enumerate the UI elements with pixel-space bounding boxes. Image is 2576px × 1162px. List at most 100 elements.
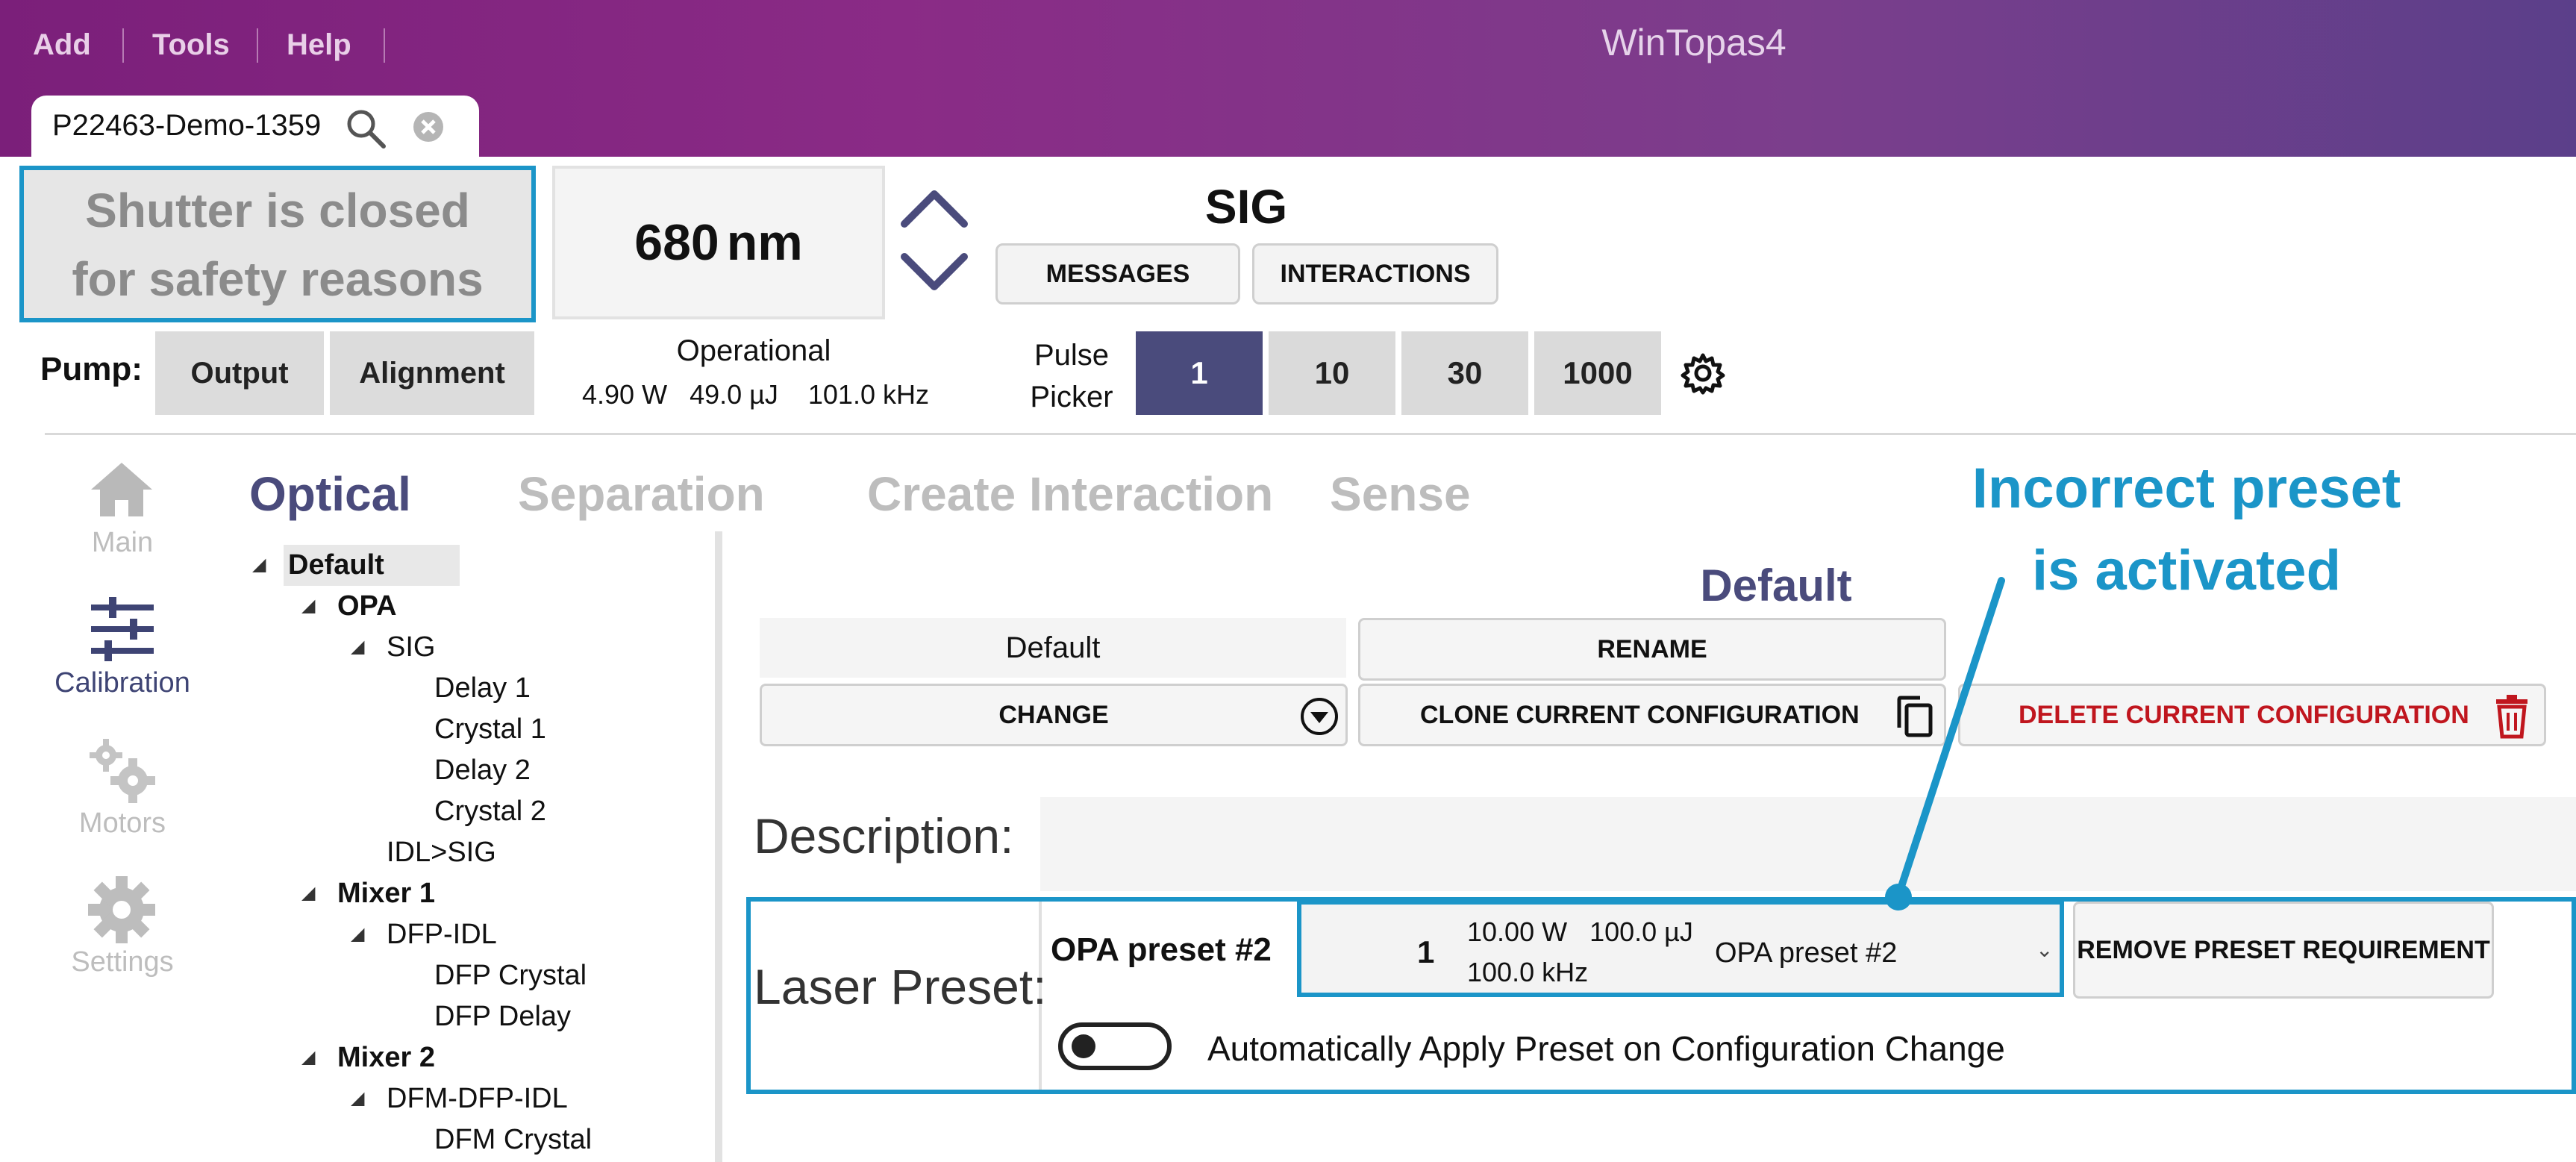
pump-power: 4.90 W xyxy=(582,379,668,410)
tree-item-idl-sig[interactable]: IDL>SIG xyxy=(387,832,496,873)
delete-label: DELETE CURRENT CONFIGURATION xyxy=(2019,701,2469,729)
pump-frequency: 101.0 kHz xyxy=(807,379,929,410)
document-tab[interactable]: P22463-Demo-1359 xyxy=(31,96,479,158)
menu-add[interactable]: Add xyxy=(33,22,91,67)
trash-icon xyxy=(2496,695,2527,739)
tree-item-mixer-2[interactable]: Mixer 2 xyxy=(337,1037,435,1078)
sliders-icon[interactable] xyxy=(88,597,157,661)
pump-status: Operational xyxy=(676,334,831,367)
pump-label: Pump: xyxy=(40,351,143,387)
delete-configuration-button[interactable]: DELETE CURRENT CONFIGURATION xyxy=(1958,684,2546,746)
menu-separator xyxy=(122,28,124,63)
shutter-line1: Shutter is closed xyxy=(85,184,470,237)
gears-icon[interactable] xyxy=(87,737,158,805)
pulse-picker-label: Pulse Picker xyxy=(1027,334,1116,418)
pump-alignment-button[interactable]: Alignment xyxy=(330,331,534,415)
tree-item-opa[interactable]: OPA xyxy=(337,586,397,627)
tab-create-interaction[interactable]: Create Interaction xyxy=(867,466,1273,522)
chevron-up-icon[interactable] xyxy=(897,173,972,240)
tab-sense[interactable]: Sense xyxy=(1330,466,1471,522)
auto-apply-label: Automatically Apply Preset on Configurat… xyxy=(1207,1029,2005,1068)
menu-help[interactable]: Help xyxy=(287,22,351,67)
tree-expand-icon[interactable]: ◢ xyxy=(351,923,364,945)
change-label: CHANGE xyxy=(998,701,1109,729)
wavelength-unit: nm xyxy=(726,214,803,271)
gear-icon[interactable] xyxy=(87,875,157,945)
tree-item-sig[interactable]: SIG xyxy=(387,627,435,668)
app-title: WinTopas4 xyxy=(1601,22,1786,63)
preset-select-energy: 100.0 µJ xyxy=(1589,916,1693,947)
shutter-line2: for safety reasons xyxy=(72,252,484,306)
preset-name: OPA preset #2 xyxy=(1051,931,1272,968)
interactions-button[interactable]: INTERACTIONS xyxy=(1252,243,1498,304)
messages-button[interactable]: MESSAGES xyxy=(995,243,1240,304)
tree-item-default[interactable]: Default xyxy=(288,545,384,586)
menu-separator xyxy=(257,28,258,63)
config-name-field[interactable]: Default xyxy=(760,618,1346,678)
tab-separation[interactable]: Separation xyxy=(518,466,765,522)
tree-item-mixer-1[interactable]: Mixer 1 xyxy=(337,873,435,914)
preset-select-name: OPA preset #2 xyxy=(1715,937,1898,969)
remove-preset-requirement-button[interactable]: REMOVE PRESET REQUIREMENT xyxy=(2073,902,2494,999)
chevron-down-icon[interactable] xyxy=(897,240,972,307)
tree-expand-icon[interactable]: ◢ xyxy=(351,1087,364,1109)
tree-item-dfp-delay[interactable]: DFP Delay xyxy=(434,996,571,1037)
pulse-picker-settings-icon[interactable] xyxy=(1681,351,1725,396)
signal-title: SIG xyxy=(1204,180,1288,234)
annotation-pointer xyxy=(1885,577,2005,910)
tree-expand-icon[interactable]: ◢ xyxy=(252,554,266,575)
auto-apply-toggle[interactable] xyxy=(1058,1022,1172,1070)
wavelength-value: 680 xyxy=(634,214,719,271)
pump-readouts: 4.90 W 49.0 µJ 101.0 kHz xyxy=(582,379,955,410)
tree-item-dfp-crystal[interactable]: DFP Crystal xyxy=(434,955,587,996)
tab-optical[interactable]: Optical xyxy=(249,466,411,522)
pump-output-button[interactable]: Output xyxy=(155,331,324,415)
search-icon[interactable] xyxy=(343,106,388,151)
tree-item-crystal-1[interactable]: Crystal 1 xyxy=(434,709,546,750)
nav-motors[interactable]: Motors xyxy=(25,808,219,840)
tree-item-dfm-crystal[interactable]: DFM Crystal xyxy=(434,1119,592,1161)
close-icon[interactable] xyxy=(410,109,446,145)
nav-main[interactable]: Main xyxy=(25,527,219,559)
tree-item-crystal-2[interactable]: Crystal 2 xyxy=(434,791,546,832)
tree-expand-icon[interactable]: ◢ xyxy=(301,595,315,616)
header-divider xyxy=(45,433,2576,435)
menu-separator xyxy=(384,28,385,63)
wavelength-display[interactable]: 680 nm xyxy=(552,166,885,319)
preset-select-power: 10.00 W xyxy=(1467,916,1568,947)
nav-calibration[interactable]: Calibration xyxy=(25,667,219,699)
tree-item-delay-1[interactable]: Delay 1 xyxy=(434,668,531,709)
pulse-picker-option-10[interactable]: 10 xyxy=(1269,331,1395,415)
nav-settings[interactable]: Settings xyxy=(25,946,219,978)
shutter-status[interactable]: Shutter is closed for safety reasons xyxy=(19,166,536,322)
clone-configuration-button[interactable]: CLONE CURRENT CONFIGURATION xyxy=(1358,684,1946,746)
preset-select-number: 1 xyxy=(1417,934,1435,969)
tree-item-delay-2[interactable]: Delay 2 xyxy=(434,750,531,791)
home-icon[interactable] xyxy=(88,460,155,519)
pulse-picker-option-1000[interactable]: 1000 xyxy=(1534,331,1661,415)
chevron-down-icon: ⌄ xyxy=(2036,938,2054,961)
tree-expand-icon[interactable]: ◢ xyxy=(301,882,315,904)
clone-label: CLONE CURRENT CONFIGURATION xyxy=(1420,701,1860,729)
chevron-down-circle-icon xyxy=(1301,698,1338,735)
description-field[interactable] xyxy=(1040,797,2576,891)
preset-select-frequency: 100.0 kHz xyxy=(1467,957,1589,987)
toggle-knob xyxy=(1072,1034,1095,1058)
tree-item-dfm-dfp-idl[interactable]: DFM-DFP-IDL xyxy=(387,1078,568,1119)
pulse-picker-label-line2: Picker xyxy=(1030,381,1113,413)
rename-button[interactable]: RENAME xyxy=(1358,618,1946,681)
tab-label: P22463-Demo-1359 xyxy=(52,109,322,142)
tree-expand-icon[interactable]: ◢ xyxy=(351,636,364,657)
pulse-picker-option-1[interactable]: 1 xyxy=(1136,331,1263,415)
menu-tools[interactable]: Tools xyxy=(152,22,230,67)
tree-expand-icon[interactable]: ◢ xyxy=(301,1046,315,1068)
pump-energy: 49.0 µJ xyxy=(690,379,778,410)
config-heading: Default xyxy=(1700,560,1852,610)
laser-preset-label: Laser Preset: xyxy=(754,959,1047,1014)
tree-splitter[interactable] xyxy=(715,531,722,1162)
description-label: Description: xyxy=(754,808,1014,863)
tree-item-dfp-idl[interactable]: DFP-IDL xyxy=(387,914,497,955)
pulse-picker-option-30[interactable]: 30 xyxy=(1401,331,1528,415)
annotation-line1: Incorrect preset xyxy=(1972,457,2401,520)
change-dropdown[interactable]: CHANGE xyxy=(760,684,1348,746)
